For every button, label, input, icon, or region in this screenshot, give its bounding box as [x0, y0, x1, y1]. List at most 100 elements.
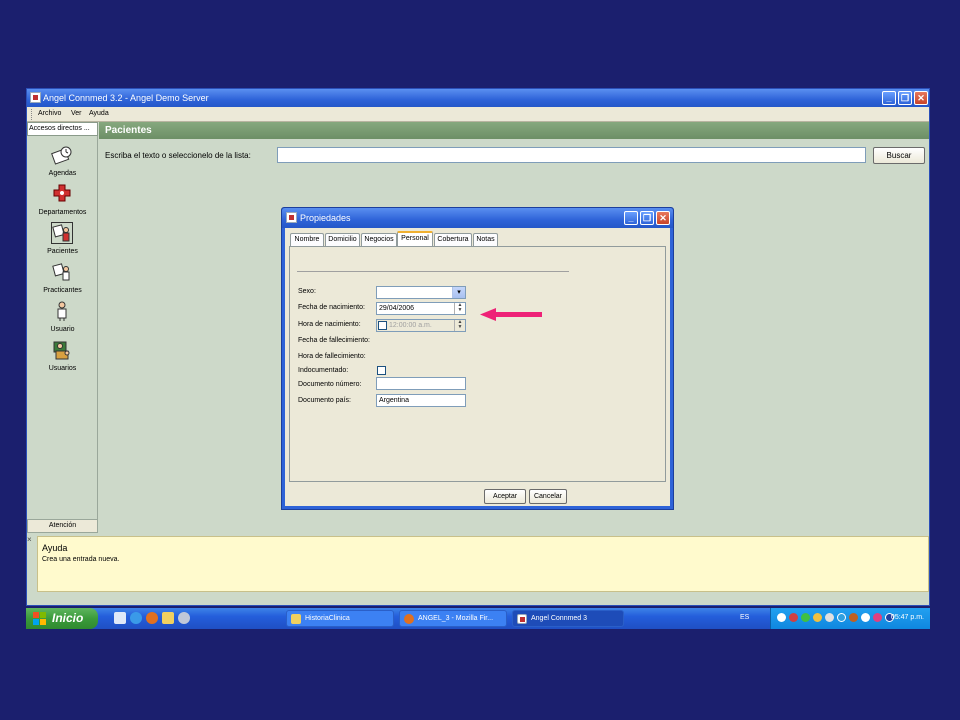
tab-personal[interactable]: Personal	[397, 231, 433, 247]
tab-negocios[interactable]: Negocios	[361, 233, 397, 246]
tray-network-icon[interactable]	[777, 613, 786, 622]
chevron-down-icon[interactable]: ▾	[452, 287, 465, 298]
window-title: Angel Connmed 3.2 - Angel Demo Server	[43, 93, 209, 103]
dialog-close-button[interactable]: ✕	[656, 211, 670, 225]
fecha-nacimiento-value: 29/04/2006	[379, 305, 415, 312]
tray-messenger-icon[interactable]	[837, 613, 846, 622]
dialog-maximize-button[interactable]: ❐	[640, 211, 654, 225]
hora-fallecimiento-label: Hora de fallecimiento:	[298, 353, 366, 360]
firefox-icon[interactable]	[146, 612, 158, 624]
indocumentado-checkbox[interactable]	[377, 366, 386, 375]
date-spinner-icon[interactable]: ▲ ▼	[454, 303, 465, 314]
search-input[interactable]	[277, 147, 866, 163]
sidebar-item-agendas[interactable]: Agendas	[27, 144, 98, 182]
search-label: Escriba el texto o seleccionelo de la li…	[105, 151, 251, 160]
sidebar-item-pacientes[interactable]: Pacientes	[27, 222, 98, 260]
close-button[interactable]: ✕	[914, 91, 928, 105]
dialog-app-icon	[286, 212, 297, 223]
task-mozilla[interactable]: ANGEL_3 - Mozilla Fir...	[399, 610, 507, 627]
tray-update-icon[interactable]	[813, 613, 822, 622]
tab-cobertura[interactable]: Cobertura	[434, 233, 472, 246]
user-icon	[57, 301, 67, 321]
page-title: Pacientes	[99, 122, 929, 139]
hora-nacimiento-checkbox[interactable]	[378, 321, 387, 330]
tab-panel-personal: Sexo: ▾ Fecha de nacimiento: 29/04/2006 …	[289, 246, 666, 482]
sidebar-header[interactable]: Accesos directos ...	[27, 122, 98, 136]
language-indicator[interactable]: ES	[740, 614, 749, 621]
firefox-icon	[404, 614, 414, 624]
help-panel: Ayuda Crea una entrada nueva.	[37, 536, 929, 592]
sidebar-item-usuarios[interactable]: Usuarios	[27, 339, 98, 377]
start-button[interactable]: Inicio	[26, 608, 98, 629]
documento-pais-input[interactable]: Argentina	[376, 394, 466, 407]
accept-button[interactable]: Aceptar	[484, 489, 526, 504]
hora-nacimiento-field[interactable]: 12:00:00 a.m. ▲ ▼	[376, 319, 466, 332]
tray-sync-icon[interactable]	[873, 613, 882, 622]
sidebar-item-label: Pacientes	[47, 248, 78, 255]
users-icon	[53, 341, 70, 360]
start-label: Inicio	[52, 611, 84, 625]
folder-icon	[291, 614, 301, 624]
sidebar-item-departamentos[interactable]: Departamentos	[27, 183, 98, 221]
practitioners-icon	[52, 263, 70, 281]
window-titlebar[interactable]: Angel Connmed 3.2 - Angel Demo Server _ …	[27, 89, 929, 107]
dialog-minimize-button[interactable]: _	[624, 211, 638, 225]
tray-volume-icon[interactable]	[801, 613, 810, 622]
departments-icon	[53, 184, 71, 202]
task-historiaclinica[interactable]: HistoriaClinica	[286, 610, 394, 627]
sidebar-item-label: Practicantes	[43, 287, 82, 294]
system-tray: 05:47 p.m.	[770, 608, 930, 629]
time-spinner-icon[interactable]: ▲ ▼	[454, 320, 465, 331]
minimize-button[interactable]: _	[882, 91, 896, 105]
menu-ayuda[interactable]: Ayuda	[89, 110, 109, 117]
desktop-icon[interactable]	[114, 612, 126, 624]
sidebar-item-label: Usuarios	[48, 365, 77, 372]
task-angel-connmed[interactable]: Angel Connmed 3	[512, 610, 624, 627]
sidebar-item-label: Agendas	[48, 170, 77, 177]
tab-domicilio[interactable]: Domicilio	[325, 233, 360, 246]
tray-antivirus-icon[interactable]	[849, 613, 858, 622]
sexo-label: Sexo:	[298, 288, 316, 295]
fecha-nacimiento-field[interactable]: 29/04/2006 ▲ ▼	[376, 302, 466, 315]
task-label: Angel Connmed 3	[531, 615, 588, 622]
shortcuts-sidebar: Accesos directos ... Agendas Departament…	[27, 122, 98, 533]
dialog-body: Nombre Domicilio Negocios Personal Cober…	[285, 228, 670, 506]
windows-logo-icon	[33, 612, 46, 625]
help-text: Crea una entrada nueva.	[42, 556, 120, 563]
sidebar-item-label: Departamentos	[38, 209, 87, 216]
fecha-fallecimiento-label: Fecha de fallecimiento:	[298, 337, 370, 344]
tab-nombre[interactable]: Nombre	[290, 233, 324, 246]
menu-bar: Archivo Ver Ayuda	[27, 107, 929, 122]
folder-icon[interactable]	[162, 612, 174, 624]
sidebar-item-usuario[interactable]: Usuario	[27, 300, 98, 338]
browser-icon[interactable]	[130, 612, 142, 624]
hora-nacimiento-label: Hora de nacimiento:	[298, 321, 361, 328]
tray-display-icon[interactable]	[861, 613, 870, 622]
fecha-nacimiento-label: Fecha de nacimiento:	[298, 304, 365, 311]
sidebar-footer-atencion[interactable]: Atención	[27, 519, 98, 533]
app-icon	[30, 92, 41, 103]
separator-line	[297, 271, 569, 272]
dialog-title: Propiedades	[300, 213, 351, 223]
hora-nacimiento-value: 12:00:00 a.m.	[389, 322, 432, 329]
sidebar-item-label: Usuario	[50, 326, 75, 333]
tab-notas[interactable]: Notas	[473, 233, 498, 246]
patients-icon	[51, 222, 73, 244]
sidebar-item-practicantes[interactable]: Practicantes	[27, 261, 98, 299]
media-icon[interactable]	[178, 612, 190, 624]
restore-button[interactable]: ❐	[898, 91, 912, 105]
menu-archivo[interactable]: Archivo	[38, 110, 61, 117]
documento-numero-input[interactable]	[376, 377, 466, 390]
tray-shield-icon[interactable]	[789, 613, 798, 622]
dialog-titlebar[interactable]: Propiedades _ ❐ ✕	[282, 208, 673, 228]
indocumentado-label: Indocumentado:	[298, 367, 349, 374]
help-title: Ayuda	[42, 543, 68, 553]
sexo-select[interactable]: ▾	[376, 286, 466, 299]
taskbar: Inicio HistoriaClinica ANGEL_3 - Mozilla…	[26, 608, 930, 629]
menu-ver[interactable]: Ver	[71, 110, 82, 117]
tray-app-icon[interactable]	[825, 613, 834, 622]
help-close-icon[interactable]: ×	[27, 536, 35, 544]
cancel-button[interactable]: Cancelar	[529, 489, 567, 504]
clock: 05:47 p.m.	[890, 614, 924, 621]
search-button[interactable]: Buscar	[873, 147, 925, 164]
